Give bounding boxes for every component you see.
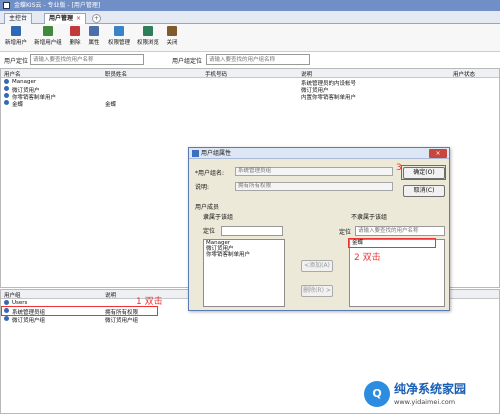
locate-label: 定位: [339, 229, 352, 236]
toolbar-label: 关闭: [166, 40, 178, 46]
toolbar-label: 属性: [88, 40, 100, 46]
toolbar-label: 新增用户组: [34, 40, 62, 46]
add-button[interactable]: <添加(A): [301, 260, 333, 272]
user-locate-label: 用户定位: [4, 58, 29, 65]
table-row[interactable]: 微订货用户 微订货用户: [1, 86, 499, 94]
group-search-input[interactable]: [206, 54, 310, 65]
toolbar: 新增用户 新增用户组 删除 属性 权限管理 权限浏览 关闭: [0, 24, 500, 52]
dialog-close-icon[interactable]: ×: [429, 149, 447, 158]
search-row: 用户定位 用户组定位: [0, 53, 500, 67]
column-header[interactable]: 手机号码: [205, 70, 227, 78]
right-locate-input[interactable]: [355, 226, 445, 236]
user-icon: [4, 86, 9, 91]
tab-main-console[interactable]: 主控台: [4, 13, 33, 24]
group-desc: 微订货用户组: [105, 318, 139, 324]
watermark-url: www.yidaimei.com: [394, 398, 456, 406]
group-locate-label: 用户组定位: [172, 58, 203, 65]
toolbar-label: 删除: [69, 40, 81, 46]
new-user-icon: [11, 26, 21, 36]
group-name: 微订货用户组: [12, 318, 46, 324]
close-icon: [167, 26, 177, 36]
new-group-icon: [43, 26, 53, 36]
group-desc-label: 说明:: [195, 184, 210, 191]
user-icon: [4, 93, 9, 98]
user-icon: [4, 100, 9, 105]
group-name-label: *用户组名:: [195, 170, 225, 177]
remove-button[interactable]: 删除(R) >: [301, 285, 333, 297]
column-header[interactable]: 用户组: [4, 291, 21, 299]
locate-label: 定位: [203, 228, 216, 235]
user-name: 金蝶: [12, 102, 24, 108]
watermark: Q 纯净系统家园 www.yidaimei.com: [364, 380, 500, 414]
not-in-group-label: 不隶属于该组: [351, 214, 388, 221]
group-name-field[interactable]: 系统管理员组: [235, 167, 393, 176]
delete-button[interactable]: 删除: [67, 26, 83, 50]
dialog-icon: [192, 150, 199, 157]
table-row[interactable]: 微订货用户组 微订货用户组: [1, 316, 499, 324]
user-search-input[interactable]: [30, 54, 144, 65]
window-title-bar: 金蝶KIS云 - 专业版 - [用户管理]: [0, 0, 500, 11]
toolbar-label: 新增用户: [4, 40, 27, 46]
tab-label: 主控台: [9, 15, 28, 22]
watermark-text: 纯净系统家园: [394, 382, 467, 396]
annotation-step2: 2 双击: [354, 253, 381, 263]
toolbar-label: 权限管理: [107, 40, 130, 46]
group-icon: [4, 300, 9, 305]
permission-browse-button[interactable]: 权限浏览: [135, 26, 161, 50]
user-icon: [4, 79, 9, 84]
tab-close-icon[interactable]: ×: [76, 15, 81, 22]
permission-icon: [114, 26, 124, 36]
members-label: 用户成员: [195, 204, 220, 211]
in-group-label: 隶属于该组: [203, 214, 234, 221]
tab-user-management[interactable]: 用户管理 ×: [44, 13, 87, 24]
group-icon: [4, 316, 9, 321]
group-desc-field[interactable]: 拥有所有权限: [235, 182, 393, 191]
user-name: Manager: [12, 79, 37, 85]
toolbar-label: 权限浏览: [136, 40, 159, 46]
permission-button[interactable]: 权限管理: [106, 26, 132, 50]
column-header[interactable]: 用户状态: [453, 70, 475, 78]
table-header: 用户名 职员姓名 手机号码 说明 用户状态: [1, 69, 499, 78]
in-group-list[interactable]: Manager 微订货用户 你零销客制单用户: [203, 239, 285, 307]
new-user-button[interactable]: 新增用户: [4, 26, 28, 50]
window-title: 金蝶KIS云 - 专业版 - [用户管理]: [14, 2, 101, 9]
column-header[interactable]: 说明: [105, 291, 116, 299]
dialog-title: 用户组属性: [201, 150, 232, 157]
table-row[interactable]: Manager 系统管理员的内设帐号: [1, 79, 499, 87]
tab-bar: 主控台 用户管理 × +: [0, 11, 500, 24]
dialog-title-bar: 用户组属性 ×: [189, 148, 449, 159]
properties-button[interactable]: 属性: [86, 26, 102, 50]
list-item[interactable]: 你零销客制单用户: [204, 252, 284, 258]
close-button[interactable]: 关闭: [164, 26, 180, 50]
annotation-step3: 3: [396, 163, 402, 173]
column-header[interactable]: 用户名: [4, 70, 21, 78]
tab-label: 用户管理: [49, 15, 74, 22]
properties-icon: [89, 26, 99, 36]
staff-name: 金蝶: [105, 102, 117, 108]
cancel-button[interactable]: 取消(C): [403, 185, 445, 197]
app-icon: [3, 2, 10, 9]
new-tab-icon[interactable]: +: [92, 14, 101, 23]
annotation-step1: 1 双击: [136, 297, 163, 307]
table-row[interactable]: 你零销客制单用户 内置你零销客制单用户: [1, 93, 499, 101]
highlight-box: [1, 306, 158, 316]
highlight-box: [348, 238, 436, 248]
column-header[interactable]: 说明: [301, 70, 312, 78]
left-locate-input[interactable]: [221, 226, 283, 236]
delete-icon: [70, 26, 80, 36]
new-group-button[interactable]: 新增用户组: [32, 26, 64, 50]
column-header[interactable]: 职员姓名: [105, 70, 127, 78]
watermark-logo-icon: Q: [364, 381, 390, 407]
highlight-box: [401, 165, 446, 180]
table-row[interactable]: 金蝶 金蝶: [1, 100, 499, 108]
permission-browse-icon: [143, 26, 153, 36]
